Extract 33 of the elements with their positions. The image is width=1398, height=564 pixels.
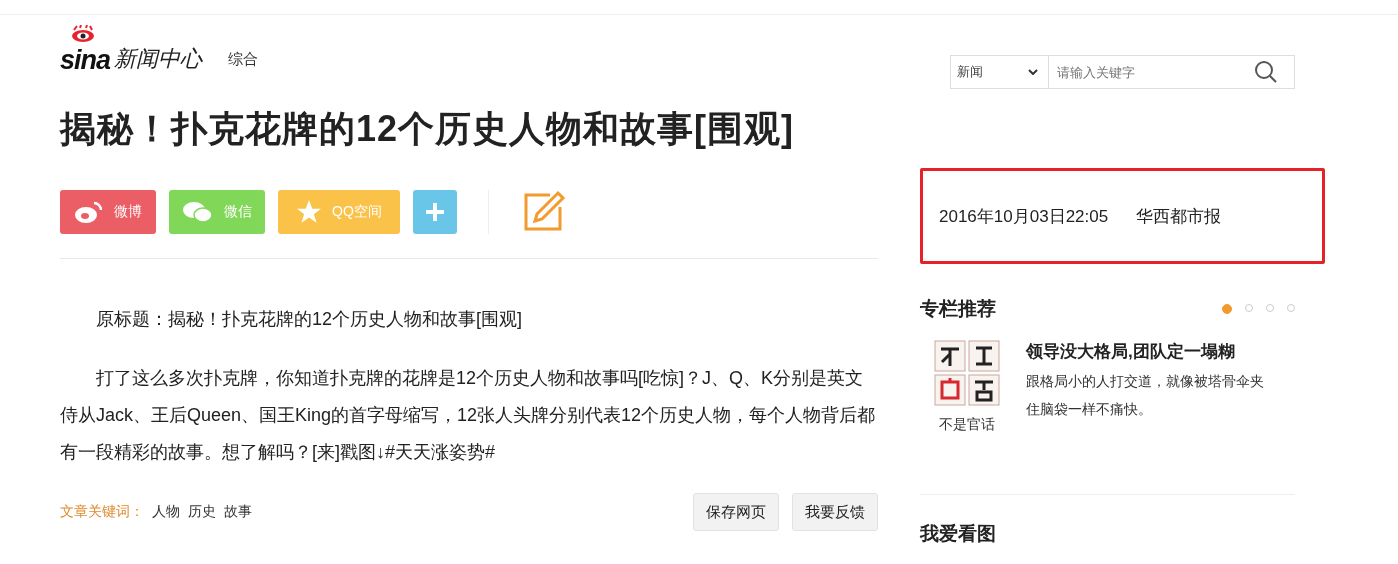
site-name[interactable]: 新闻中心 bbox=[114, 44, 203, 74]
section-heading: 专栏推荐 bbox=[920, 297, 996, 321]
feature-title[interactable]: 领导没大格局,团队定一塌糊 bbox=[1026, 342, 1235, 361]
carousel-dot[interactable] bbox=[1245, 304, 1253, 312]
plus-icon bbox=[424, 201, 446, 223]
more-share-button[interactable] bbox=[413, 190, 457, 234]
picture-caption: 不是官话 bbox=[939, 416, 995, 434]
article-paragraph: 打了这么多次扑克牌，你知道扑克牌的花牌是12个历史人物和故事吗[吃惊]？J、Q、K分别是英文侍从Jack、王后Queen、国王King的首字母缩写，12张人头牌分别代表12个历史人物，每个人物背后都有一段精彩的故事。想了解吗？[来]戳图↓#天天涨姿势# bbox=[60, 367, 877, 464]
footer-button[interactable]: 我要反馈 bbox=[792, 493, 878, 531]
section-heading: 我爱看图 bbox=[920, 523, 996, 544]
feature-summary: 跟格局小的人打交道，就像被塔骨伞夹住脑袋一样不痛快。 bbox=[1026, 372, 1265, 419]
carousel-dot[interactable] bbox=[1266, 304, 1274, 312]
article-paragraph: 原标题：揭秘！扑克花牌的12个历史人物和故事[围观] bbox=[95, 308, 524, 331]
publish-date: 2016年10月03日22:05 bbox=[939, 205, 1109, 228]
channel-link[interactable]: 综合 bbox=[228, 49, 259, 69]
source-link[interactable]: 华西都市报 bbox=[1136, 204, 1222, 228]
article-title: 揭秘！扑克花牌的12个历史人物和故事[围观] bbox=[60, 107, 796, 151]
eye-logo-icon bbox=[70, 25, 96, 43]
carousel-dot[interactable] bbox=[1222, 304, 1232, 314]
carousel-dot[interactable] bbox=[1287, 304, 1295, 312]
star-icon bbox=[296, 199, 323, 225]
keyword-link[interactable]: 故事 bbox=[224, 503, 252, 521]
search-field[interactable]: 请输入关键字 bbox=[1048, 55, 1295, 89]
chevron-down-icon bbox=[1028, 69, 1038, 75]
keyword-link[interactable]: 历史 bbox=[188, 503, 216, 521]
chat-bubbles-icon bbox=[182, 200, 214, 224]
keyword-link[interactable]: 人物 bbox=[152, 503, 180, 521]
footer-button[interactable]: 保存网页 bbox=[693, 493, 779, 531]
brand-wordmark[interactable]: sina bbox=[60, 47, 111, 74]
category-dropdown[interactable]: 新闻 bbox=[950, 55, 1048, 89]
weibo-icon bbox=[74, 200, 104, 224]
search-icon[interactable] bbox=[1254, 60, 1278, 84]
keywords-label: 文章关键词： bbox=[60, 503, 144, 521]
